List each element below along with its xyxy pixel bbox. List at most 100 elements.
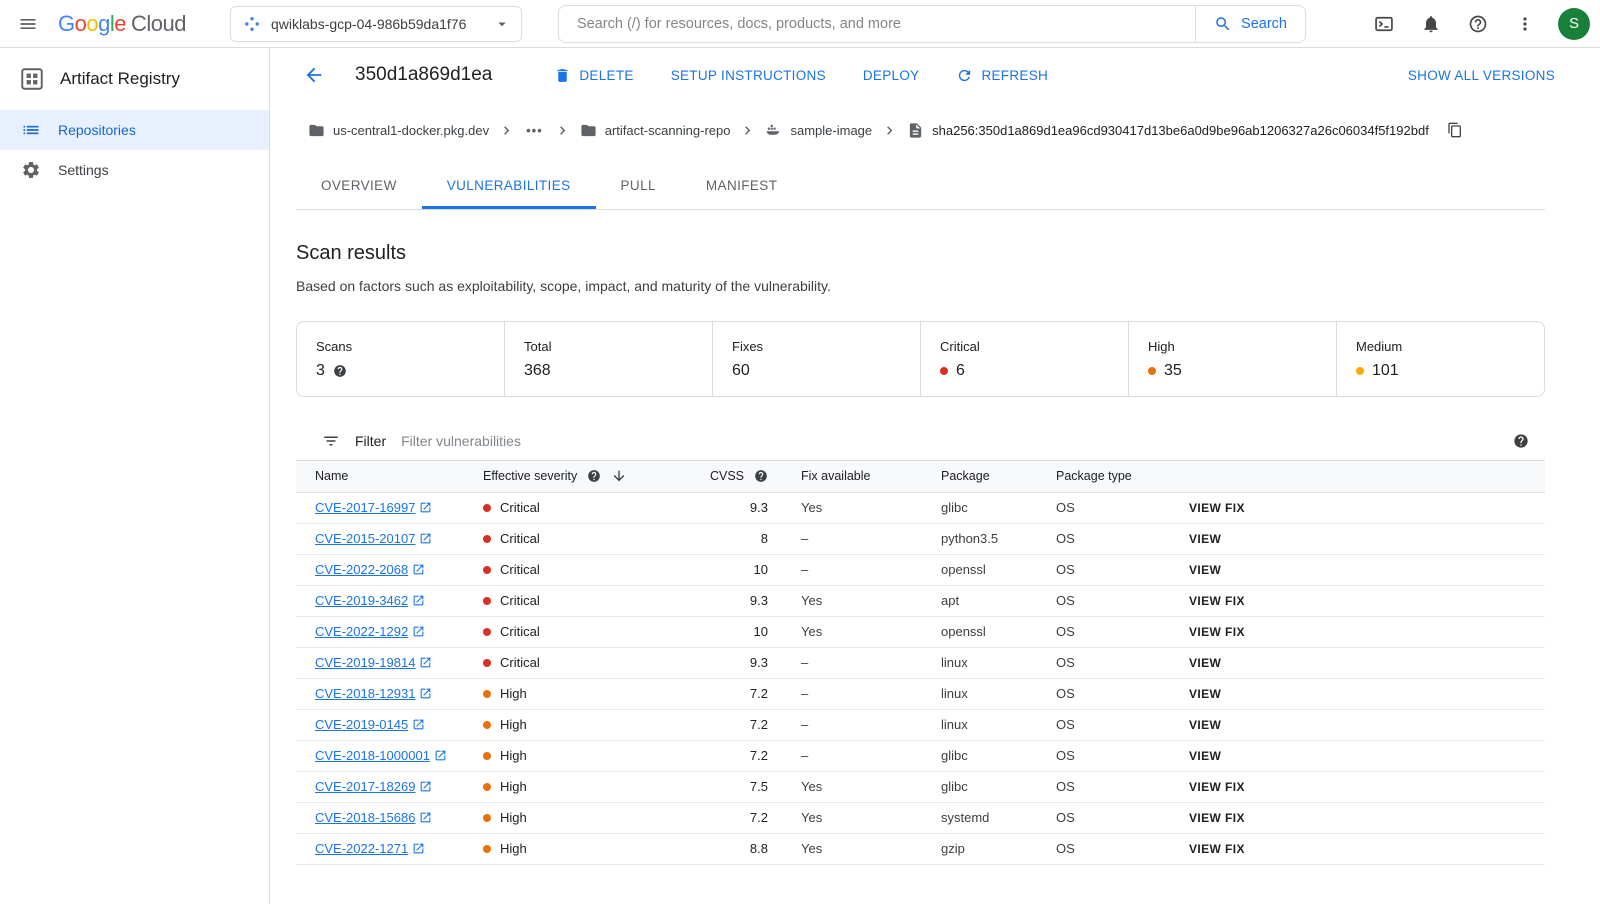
artifact-registry-icon [21,68,43,90]
external-link-icon [413,719,424,730]
refresh-icon [959,69,971,81]
breadcrumb: us-central1-docker.pkg.dev ••• artifact-… [270,102,1600,158]
more-options-button[interactable] [1505,4,1545,44]
table-help-icon[interactable] [1513,433,1529,449]
copy-digest-button[interactable] [1444,119,1466,141]
breadcrumb-repo[interactable]: artifact-scanning-repo [580,122,730,139]
search-button[interactable]: Search [1195,5,1305,42]
package-type: OS [1037,647,1170,679]
table-row: CVE-2017-16997 Critical 9.3 Yes glibc OS… [296,492,1545,524]
cve-id: CVE-2019-0145 [315,717,409,732]
show-all-versions-button[interactable]: SHOW ALL VERSIONS [1408,68,1555,83]
cve-id: CVE-2022-1271 [315,841,409,856]
column-header-package[interactable]: Package [922,461,1037,493]
cve-link[interactable]: CVE-2022-1292 [315,624,425,639]
google-logo-word: Google [58,10,127,36]
search-input[interactable] [559,5,1196,42]
tab-manifest[interactable]: MANIFEST [681,165,802,209]
package-type: OS [1037,833,1170,865]
cloud-shell-button[interactable] [1364,4,1404,44]
tab-vulnerabilities[interactable]: VULNERABILITIES [421,165,596,209]
filter-icon [324,436,338,445]
tab-overview[interactable]: OVERVIEW [296,165,422,209]
column-header-fix[interactable]: Fix available [782,461,922,493]
cvss-value: 7.5 [652,771,782,803]
help-filled-icon[interactable] [333,364,347,378]
table-row: CVE-2018-1000001 High 7.2 – glibc OS VIE… [296,740,1545,772]
breadcrumb-digest-label: sha256:350d1a869d1ea96cd930417d13be6a0d9… [932,122,1429,138]
breadcrumb-registry[interactable]: us-central1-docker.pkg.dev [308,122,489,139]
severity-dot [483,720,491,729]
chevron-right-icon [554,122,571,139]
deploy-button[interactable]: DEPLOY [863,68,920,83]
sidebar-item-repositories[interactable]: Repositories [0,110,269,150]
column-header-name[interactable]: Name [296,461,464,493]
cve-link[interactable]: CVE-2017-18269 [315,779,432,794]
tab-pull[interactable]: PULL [596,165,681,209]
filter-bar: Filter [296,421,1545,461]
cvss-value: 7.2 [652,740,782,772]
folder-icon [581,124,596,136]
cve-link[interactable]: CVE-2022-2068 [315,562,425,577]
view-fix-button[interactable]: VIEW [1189,532,1221,546]
cve-id: CVE-2022-2068 [315,562,409,577]
cve-link[interactable]: CVE-2019-0145 [315,717,425,732]
cve-link[interactable]: CVE-2019-3462 [315,593,425,608]
column-header-cvss[interactable]: CVSS [652,461,782,493]
severity-label: High [500,717,527,733]
cve-link[interactable]: CVE-2018-12931 [315,686,432,701]
sidebar-item-settings[interactable]: Settings [0,150,269,190]
view-fix-button[interactable]: VIEW [1189,687,1221,701]
view-fix-button[interactable]: VIEW FIX [1189,811,1245,825]
external-link-icon [421,688,431,699]
package-type: OS [1037,554,1170,586]
notifications-button[interactable] [1411,4,1451,44]
scan-results-section: Scan results Based on factors such as ex… [270,210,1600,865]
avatar[interactable]: S [1558,7,1590,40]
package-type: OS [1037,523,1170,555]
cve-link[interactable]: CVE-2019-19814 [315,655,432,670]
view-fix-button[interactable]: VIEW [1189,749,1221,763]
view-fix-button[interactable]: VIEW [1189,718,1221,732]
cve-link[interactable]: CVE-2017-16997 [315,500,432,515]
cve-link[interactable]: CVE-2018-15686 [315,810,432,825]
help-button[interactable] [1458,4,1498,44]
menu-button[interactable] [8,4,48,44]
cve-link[interactable]: CVE-2018-1000001 [315,748,447,763]
view-fix-button[interactable]: VIEW [1189,563,1221,577]
view-fix-button[interactable]: VIEW FIX [1189,594,1245,608]
column-header-package-type[interactable]: Package type [1037,461,1170,493]
fix-available: – [782,523,922,555]
tabs: OVERVIEW VULNERABILITIES PULL MANIFEST [296,158,1545,210]
deploy-label: DEPLOY [862,67,920,83]
filter-input[interactable] [401,432,1498,449]
view-fix-button[interactable]: VIEW FIX [1189,501,1245,515]
breadcrumb-collapsed-button[interactable]: ••• [524,123,545,138]
project-selector[interactable]: qwiklabs-gcp-04-986b59da1f76 [230,5,522,42]
cvss-help-icon[interactable] [754,469,768,483]
severity-dot [483,596,491,605]
view-fix-button[interactable]: VIEW FIX [1189,625,1245,639]
cve-link[interactable]: CVE-2022-1271 [315,841,425,856]
fix-available: – [782,554,922,586]
package-name: glibc [922,771,1037,803]
delete-button[interactable]: DELETE [554,67,633,84]
package-type: OS [1037,678,1170,710]
stat-total: Total 368 [504,322,712,396]
cve-link[interactable]: CVE-2015-20107 [315,531,432,546]
setup-instructions-button[interactable]: SETUP INSTRUCTIONS [671,68,826,83]
table-row: CVE-2017-18269 High 7.5 Yes glibc OS VIE… [296,771,1545,803]
view-fix-button[interactable]: VIEW [1189,656,1221,670]
back-button[interactable] [300,61,328,89]
cvss-value: 7.2 [652,709,782,741]
google-cloud-logo[interactable]: Google Cloud [58,11,186,37]
view-fix-button[interactable]: VIEW FIX [1189,780,1245,794]
breadcrumb-image[interactable]: sample-image [765,122,872,139]
refresh-button[interactable]: REFRESH [956,67,1048,84]
severity-help-icon[interactable] [587,469,601,483]
sidebar-item-label: Settings [58,162,109,178]
sort-descending-icon[interactable] [611,468,627,484]
column-header-severity[interactable]: Effective severity [464,461,652,493]
view-fix-button[interactable]: VIEW FIX [1189,842,1245,856]
external-link-icon [421,657,431,668]
